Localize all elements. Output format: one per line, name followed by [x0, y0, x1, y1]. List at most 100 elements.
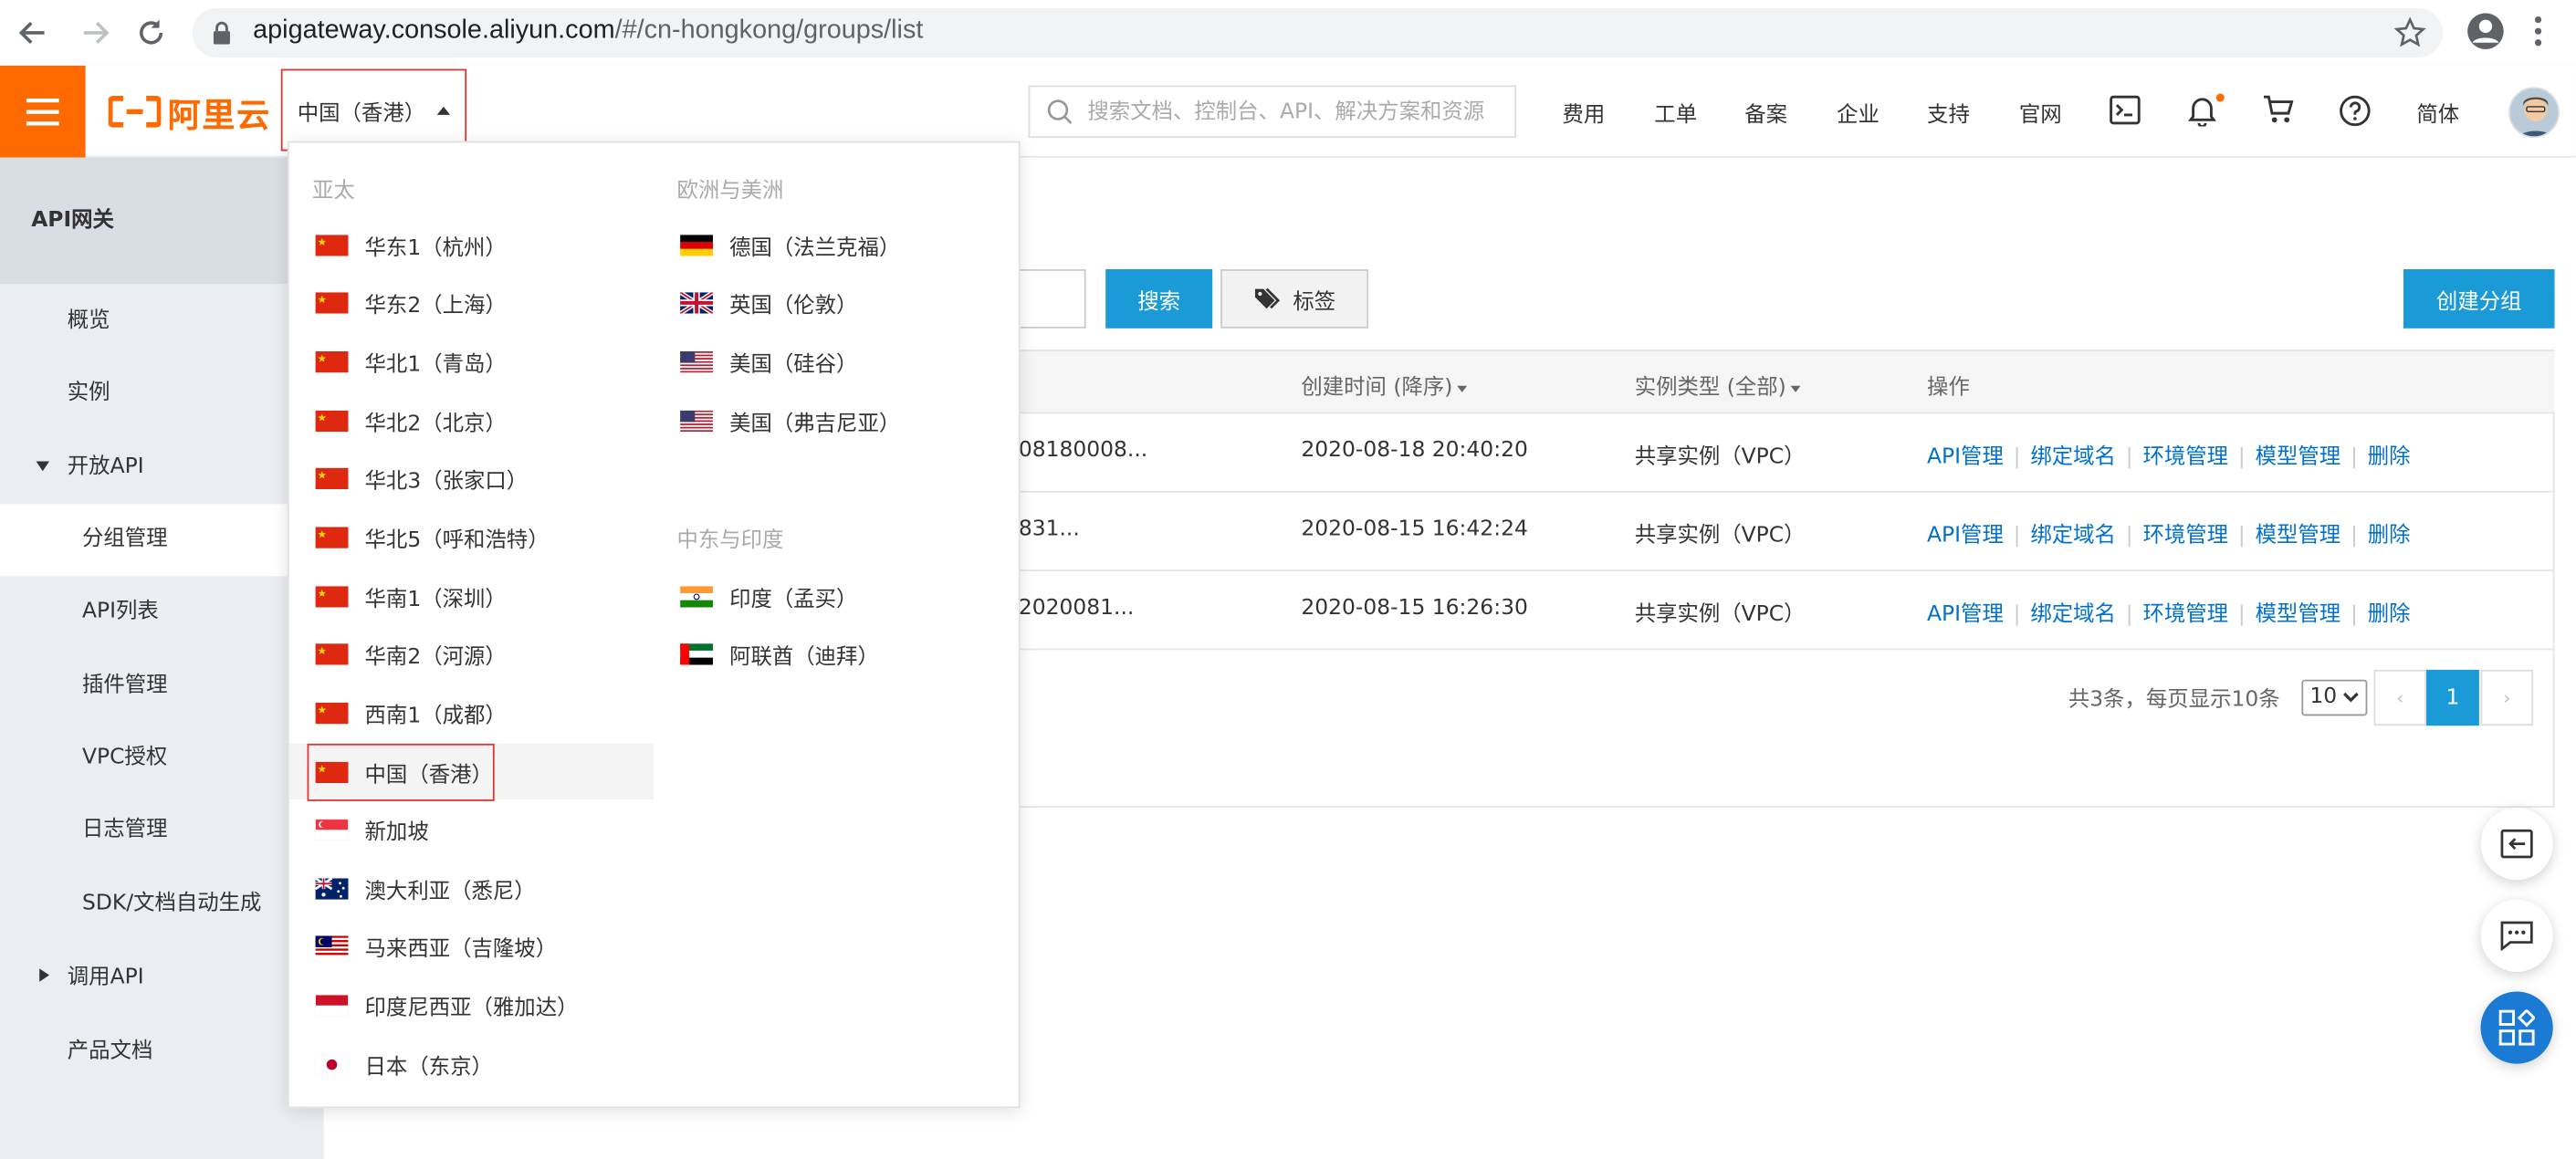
nav-enterprise[interactable]: 企业	[1837, 66, 1880, 158]
nav-support[interactable]: 支持	[1927, 66, 1970, 158]
group-id-fragment: 2020081...	[1018, 596, 1135, 621]
sidebar-item-log-management[interactable]: 日志管理	[0, 795, 324, 867]
australia-flag-icon	[315, 877, 349, 899]
bind-domain-link[interactable]: 绑定域名	[2030, 602, 2116, 627]
language-switch[interactable]: 简体	[2416, 66, 2459, 158]
feedback-chat-button[interactable]	[2480, 899, 2553, 972]
sidebar-item-call-api[interactable]: 调用API	[0, 943, 324, 1015]
region-label: 美国（弗吉尼亚）	[729, 411, 901, 436]
hamburger-menu-icon[interactable]	[0, 65, 86, 158]
region-item-dubai[interactable]: 阿联酋（迪拜）	[654, 625, 1019, 681]
row-operations: API管理 | 绑定域名 | 环境管理 | 模型管理 | 删除	[1927, 517, 2410, 548]
global-search[interactable]	[1028, 85, 1517, 139]
delete-link[interactable]: 删除	[2368, 445, 2411, 470]
sidebar-item-instance[interactable]: 实例	[0, 358, 324, 430]
env-management-link[interactable]: 环境管理	[2142, 602, 2228, 627]
row-operations: API管理 | 绑定域名 | 环境管理 | 模型管理 | 删除	[1927, 596, 2410, 627]
nav-icp[interactable]: 备案	[1744, 66, 1787, 158]
group-search-input[interactable]	[1013, 269, 1086, 329]
create-group-button[interactable]: 创建分组	[2403, 269, 2555, 329]
model-management-link[interactable]: 模型管理	[2256, 524, 2341, 548]
sidebar: API网关 概览 实例 开放API 分组管理 API列表 插件管理 VPC授权 …	[0, 157, 324, 1159]
bind-domain-link[interactable]: 绑定域名	[2030, 524, 2116, 548]
region-item-tokyo[interactable]: 日本（东京）	[289, 1036, 654, 1091]
nav-fee[interactable]: 费用	[1563, 66, 1606, 158]
browser-menu-icon[interactable]	[2533, 13, 2543, 49]
region-selector[interactable]: 中国（香港）	[280, 68, 467, 151]
api-management-link[interactable]: API管理	[1927, 602, 2004, 627]
nav-official-site[interactable]: 官网	[2019, 66, 2062, 158]
sidebar-item-product-docs[interactable]: 产品文档	[0, 1017, 324, 1089]
sidebar-item-plugin-management[interactable]: 插件管理	[0, 650, 324, 722]
region-item-hohhot[interactable]: 华北5（呼和浩特）	[289, 509, 654, 565]
next-page-button[interactable]: ›	[2480, 669, 2534, 726]
region-label: 华南1（深圳）	[364, 587, 507, 612]
sidebar-item-sdk-docs[interactable]: SDK/文档自动生成	[0, 869, 324, 941]
bell-icon[interactable]	[2188, 95, 2216, 127]
column-instance-type[interactable]: 实例类型 (全部)	[1635, 370, 1801, 401]
column-created-time[interactable]: 创建时间 (降序)	[1301, 370, 1468, 401]
region-item-sydney[interactable]: 澳大利亚（悉尼）	[289, 861, 654, 916]
browser-toolbar: apigateway.console.aliyun.com/#/cn-hongk…	[0, 0, 2576, 66]
terminal-icon[interactable]	[2110, 95, 2141, 125]
region-item-chengdu[interactable]: 西南1（成都）	[289, 684, 654, 740]
bind-domain-link[interactable]: 绑定域名	[2030, 445, 2116, 470]
profile-icon[interactable]	[2466, 12, 2505, 51]
url-text: apigateway.console.aliyun.com/#/cn-hongk…	[253, 16, 924, 45]
region-item-london[interactable]: 英国（伦敦）	[654, 274, 1019, 329]
bookmark-star-icon[interactable]	[2393, 16, 2426, 49]
tag-button[interactable]: 标签	[1220, 269, 1369, 329]
cart-icon[interactable]	[2262, 95, 2295, 124]
logo-text: 阿里云	[167, 94, 271, 134]
address-bar[interactable]: apigateway.console.aliyun.com/#/cn-hongk…	[192, 7, 2444, 57]
delete-link[interactable]: 删除	[2368, 602, 2411, 627]
avatar[interactable]	[2508, 87, 2560, 139]
sidebar-item-vpc-auth[interactable]: VPC授权	[0, 723, 324, 795]
region-label: 马来西亚（吉隆坡）	[364, 936, 558, 962]
help-icon[interactable]	[2340, 95, 2371, 127]
model-management-link[interactable]: 模型管理	[2256, 445, 2341, 470]
api-management-link[interactable]: API管理	[1927, 445, 2004, 470]
region-item-singapore[interactable]: 新加坡	[289, 801, 654, 857]
delete-link[interactable]: 删除	[2368, 524, 2411, 548]
region-item-heyuan[interactable]: 华南2（河源）	[289, 625, 654, 681]
api-management-link[interactable]: API管理	[1927, 524, 2004, 548]
tag-icon	[1254, 287, 1281, 309]
region-item-shanghai[interactable]: 华东2（上海）	[289, 274, 654, 329]
separator: |	[2013, 523, 2021, 548]
region-item-silicon-valley[interactable]: 美国（硅谷）	[654, 333, 1019, 389]
sidebar-item-api-list[interactable]: API列表	[0, 576, 324, 648]
region-label: 西南1（成都）	[364, 703, 507, 728]
region-item-jakarta[interactable]: 印度尼西亚（雅加达）	[289, 976, 654, 1032]
region-item-qingdao[interactable]: 华北1（青岛）	[289, 333, 654, 389]
prev-page-button[interactable]: ‹	[2373, 669, 2427, 726]
page-size-select[interactable]: 10	[2301, 679, 2368, 716]
region-item-kuala-lumpur[interactable]: 马来西亚（吉隆坡）	[289, 918, 654, 974]
sidebar-item-group-management[interactable]: 分组管理	[0, 504, 324, 577]
sidebar-item-open-api[interactable]: 开放API	[0, 432, 324, 504]
model-management-link[interactable]: 模型管理	[2256, 602, 2341, 627]
germany-flag-icon	[680, 234, 714, 256]
region-item-zhangjiakou[interactable]: 华北3（张家口）	[289, 450, 654, 506]
nav-ticket[interactable]: 工单	[1654, 66, 1697, 158]
env-management-link[interactable]: 环境管理	[2142, 445, 2228, 470]
china-flag-icon	[315, 526, 349, 548]
aliyun-logo[interactable]: 阿里云	[108, 92, 271, 134]
collapse-panel-button[interactable]	[2480, 808, 2553, 881]
region-item-mumbai[interactable]: 印度（孟买）	[654, 568, 1019, 623]
sidebar-item-overview[interactable]: 概览	[0, 286, 324, 358]
search-input[interactable]	[1087, 93, 1507, 131]
region-item-shenzhen[interactable]: 华南1（深圳）	[289, 568, 654, 623]
env-management-link[interactable]: 环境管理	[2142, 524, 2228, 548]
page-1-button[interactable]: 1	[2426, 669, 2479, 726]
forward-icon[interactable]	[76, 13, 115, 52]
back-icon[interactable]	[13, 13, 52, 52]
search-button[interactable]: 搜索	[1105, 269, 1213, 329]
region-item-virginia[interactable]: 美国（弗吉尼亚）	[654, 392, 1019, 448]
region-item-beijing[interactable]: 华北2（北京）	[289, 392, 654, 448]
region-item-hangzhou[interactable]: 华东1（杭州）	[289, 216, 654, 272]
separator: |	[2125, 444, 2133, 470]
region-item-frankfurt[interactable]: 德国（法兰克福）	[654, 216, 1019, 272]
reload-icon[interactable]	[131, 13, 171, 52]
app-grid-button[interactable]	[2480, 991, 2553, 1064]
